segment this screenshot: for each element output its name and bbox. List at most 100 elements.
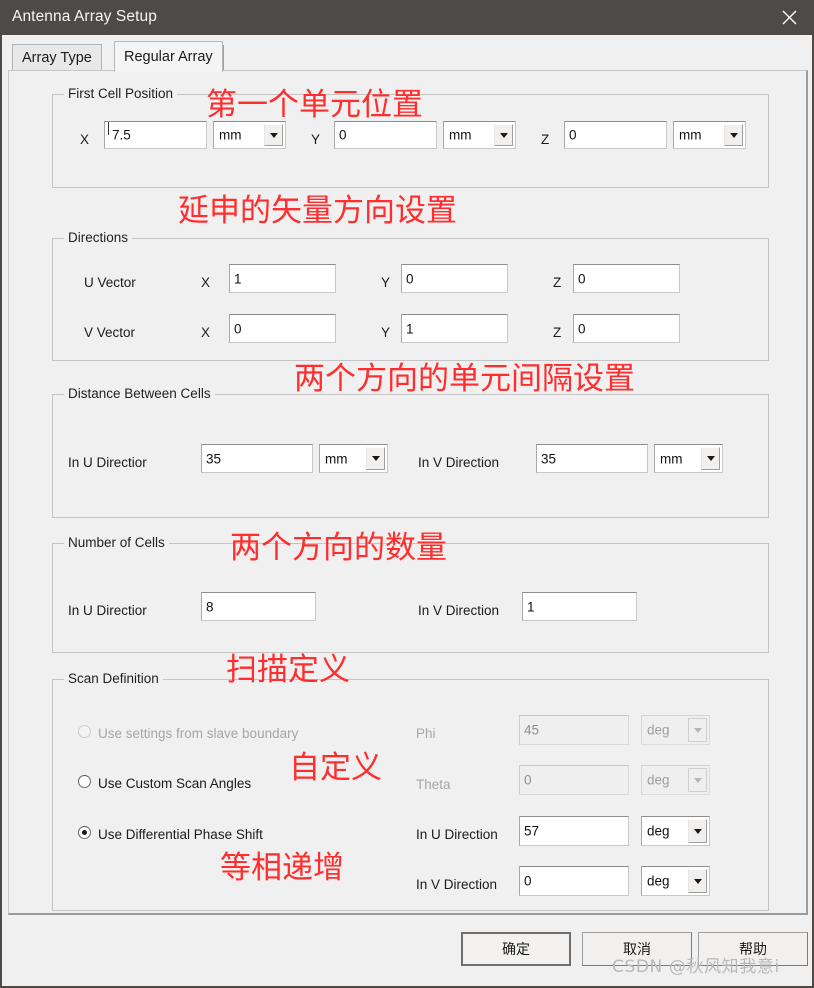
v-vector-x-value: 0	[234, 321, 242, 336]
v-vector-y-label: Y	[381, 325, 391, 340]
first-cell-y-unit-combo[interactable]: mm	[443, 121, 516, 149]
phi-value: 45	[524, 722, 540, 738]
u-vector-x-label: X	[201, 275, 211, 290]
first-cell-y-unit-value: mm	[449, 127, 472, 143]
phase-v-value: 0	[524, 873, 532, 889]
annotation-direction-vectors: 延申的矢量方向设置	[178, 193, 457, 229]
radio-use-differential-phase-shift[interactable]	[78, 826, 91, 839]
tab-array-type[interactable]: Array Type	[12, 44, 102, 71]
first-cell-x-input[interactable]: 7.5	[104, 121, 207, 149]
antenna-array-setup-dialog: Antenna Array Setup Array Type Regular A…	[0, 0, 814, 988]
tab-seam-divider	[223, 45, 224, 71]
v-vector-z-value: 0	[578, 321, 586, 336]
annotation-cell-spacing: 两个方向的单元间隔设置	[294, 361, 635, 397]
cells-v-value: 1	[527, 599, 535, 614]
phase-v-unit-value: deg	[647, 873, 670, 889]
first-cell-z-unit-combo[interactable]: mm	[673, 121, 746, 149]
distance-v-value: 35	[541, 451, 557, 466]
chevron-down-icon[interactable]	[494, 124, 513, 146]
text-caret	[108, 122, 109, 135]
chevron-down-icon[interactable]	[724, 124, 743, 146]
radio-use-slave-boundary	[78, 725, 91, 738]
phase-u-unit-value: deg	[647, 823, 670, 839]
group-scan-definition-legend: Scan Definition	[64, 671, 163, 686]
chevron-down-icon	[688, 768, 707, 792]
cells-u-label: In U Directior	[68, 603, 147, 618]
radio-use-custom-scan-angles-label[interactable]: Use Custom Scan Angles	[98, 777, 251, 791]
chevron-down-icon[interactable]	[701, 447, 720, 470]
ok-button[interactable]: 确定	[461, 932, 571, 966]
v-vector-y-value: 1	[406, 321, 414, 336]
group-directions: Directions U Vector X 1 Y 0 Z 0 V Vector…	[52, 230, 769, 361]
distance-v-input[interactable]: 35	[536, 444, 648, 473]
distance-v-label: In V Direction	[418, 455, 500, 470]
v-vector-x-label: X	[201, 325, 211, 340]
theta-label: Theta	[416, 777, 451, 792]
close-button[interactable]	[766, 0, 812, 35]
cells-v-input[interactable]: 1	[522, 592, 637, 621]
tab-regular-array[interactable]: Regular Array	[114, 41, 223, 72]
phase-v-input[interactable]: 0	[519, 866, 629, 896]
cells-v-label: In V Direction	[418, 603, 500, 618]
chevron-down-icon	[688, 718, 707, 742]
group-scan-definition: Scan Definition Use settings from slave …	[52, 671, 769, 911]
phase-u-unit-combo[interactable]: deg	[641, 816, 710, 846]
phase-v-unit-combo[interactable]: deg	[641, 866, 710, 896]
u-vector-x-input[interactable]: 1	[229, 264, 336, 293]
v-vector-y-input[interactable]: 1	[401, 314, 508, 343]
close-icon	[782, 10, 796, 25]
annotation-phase-increment: 等相递增	[220, 850, 344, 886]
group-distance-between-cells-legend: Distance Between Cells	[64, 386, 215, 401]
chevron-down-icon[interactable]	[366, 447, 385, 470]
csdn-watermark: CSDN @秋风知我意i	[612, 957, 780, 977]
annotation-scan-definition: 扫描定义	[226, 652, 350, 688]
first-cell-x-value: 7.5	[112, 127, 131, 143]
phi-unit-combo: deg	[641, 715, 710, 745]
phi-label: Phi	[416, 726, 436, 741]
phase-u-label: In U Direction	[416, 827, 498, 842]
tab-array-type-label: Array Type	[22, 50, 92, 66]
first-cell-x-unit-value: mm	[219, 127, 242, 143]
first-cell-z-label: Z	[541, 132, 550, 147]
theta-value: 0	[524, 772, 532, 788]
phase-u-input[interactable]: 57	[519, 816, 629, 846]
v-vector-z-input[interactable]: 0	[573, 314, 680, 343]
u-vector-z-value: 0	[578, 271, 586, 286]
group-directions-legend: Directions	[64, 230, 133, 245]
title-bar: Antenna Array Setup	[2, 0, 812, 35]
phase-u-value: 57	[524, 823, 540, 839]
distance-u-unit-combo[interactable]: mm	[319, 444, 388, 473]
u-vector-y-input[interactable]: 0	[401, 264, 508, 293]
radio-ring-icon	[78, 775, 91, 788]
radio-use-differential-phase-shift-label[interactable]: Use Differential Phase Shift	[98, 828, 263, 842]
phi-unit-value: deg	[647, 722, 670, 738]
ok-button-label: 确定	[502, 941, 530, 957]
first-cell-z-value: 0	[569, 127, 577, 143]
annotation-custom: 自定义	[289, 750, 382, 786]
first-cell-x-unit-combo[interactable]: mm	[213, 121, 286, 149]
first-cell-z-unit-value: mm	[679, 127, 702, 143]
annotation-cell-count: 两个方向的数量	[230, 530, 447, 566]
radio-use-custom-scan-angles[interactable]	[78, 775, 91, 788]
first-cell-y-input[interactable]: 0	[334, 121, 437, 149]
cells-u-input[interactable]: 8	[201, 592, 316, 621]
distance-u-input[interactable]: 35	[201, 444, 313, 473]
v-vector-label: V Vector	[84, 325, 136, 340]
theta-unit-value: deg	[647, 772, 670, 788]
distance-u-label: In U Directior	[68, 455, 147, 470]
annotation-first-cell-position: 第一个单元位置	[206, 87, 423, 123]
phi-input: 45	[519, 715, 629, 745]
first-cell-x-label: X	[80, 132, 90, 147]
distance-v-unit-combo[interactable]: mm	[654, 444, 723, 473]
u-vector-z-input[interactable]: 0	[573, 264, 680, 293]
u-vector-y-label: Y	[381, 275, 391, 290]
first-cell-z-input[interactable]: 0	[564, 121, 667, 149]
v-vector-x-input[interactable]: 0	[229, 314, 336, 343]
group-number-of-cells-legend: Number of Cells	[64, 535, 169, 550]
u-vector-z-label: Z	[553, 275, 562, 290]
radio-use-slave-boundary-label: Use settings from slave boundary	[98, 726, 299, 741]
chevron-down-icon[interactable]	[688, 819, 707, 843]
chevron-down-icon[interactable]	[264, 124, 283, 146]
chevron-down-icon[interactable]	[688, 869, 707, 893]
u-vector-x-value: 1	[234, 271, 242, 286]
